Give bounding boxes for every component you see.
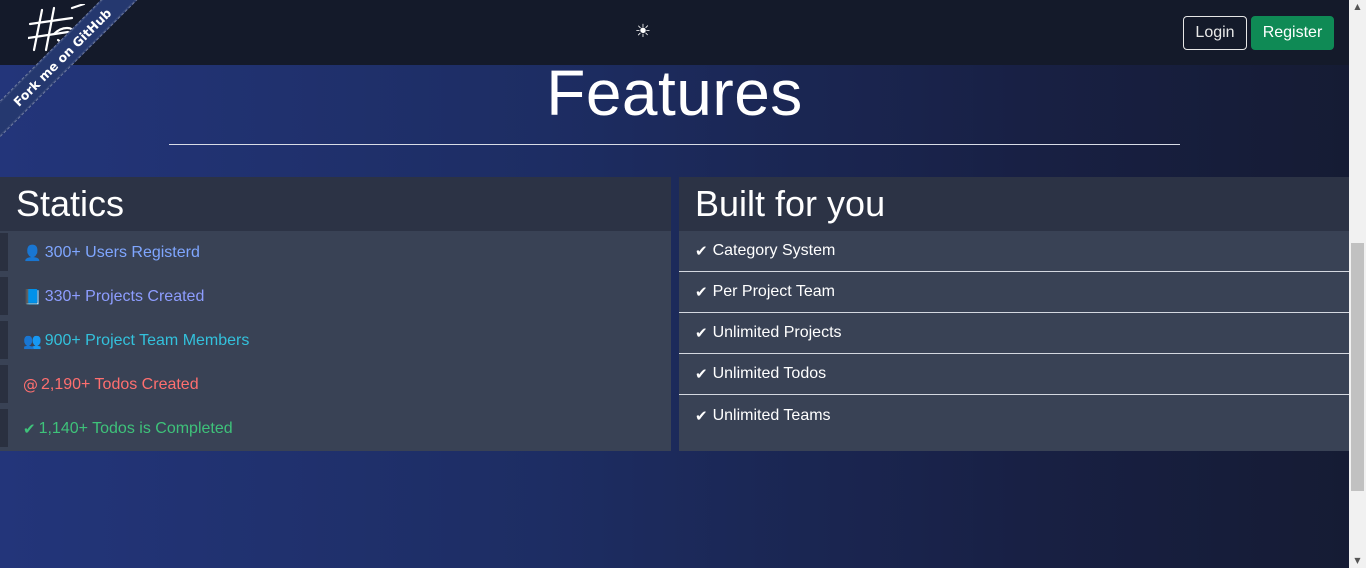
statics-item-label: 1,140+ Todos is Completed — [38, 420, 233, 437]
statics-panel: Statics 👤 300+ Users Registerd 📘 330+ Proje… — [0, 177, 671, 451]
at-icon: @ — [23, 376, 38, 394]
user-icon: 👤 — [23, 244, 42, 262]
feature-item-label: Category System — [712, 242, 836, 259]
statics-item-label: 2,190+ Todos Created — [41, 376, 199, 393]
login-button[interactable]: Login — [1183, 16, 1247, 50]
check-icon: ✔ — [23, 420, 36, 438]
feature-item-label: Per Project Team — [712, 283, 835, 300]
fork-me-on-github-ribbon[interactable]: Fork me on GitHub — [0, 0, 150, 150]
statics-item: @2,190+ Todos Created — [0, 363, 671, 407]
built-for-you-heading: Built for you — [679, 177, 1349, 231]
features-list: ✔ Category System ✔ Per Project Team ✔ Unlimi… — [679, 231, 1349, 436]
statics-list: 👤 300+ Users Registerd 📘 330+ Projects Crea… — [0, 231, 671, 451]
book-icon: 📘 — [23, 288, 42, 306]
statics-item-label: 300+ Users Registerd — [44, 244, 200, 261]
register-button[interactable]: Register — [1251, 16, 1334, 50]
statics-item-label: 900+ Project Team Members — [44, 332, 250, 349]
feature-item: ✔ Per Project Team — [679, 272, 1349, 313]
scrollbar-thumb[interactable] — [1351, 243, 1364, 491]
vertical-scrollbar[interactable]: ▲ ▼ — [1349, 0, 1366, 568]
title-divider — [169, 144, 1180, 145]
built-for-you-panel: Built for you ✔ Category System ✔ Per Proje… — [679, 177, 1349, 451]
feature-item: ✔ Category System — [679, 231, 1349, 272]
users-icon: 👥 — [23, 332, 42, 350]
scroll-up-arrow-icon[interactable]: ▲ — [1349, 0, 1366, 14]
feature-item: ✔ Unlimited Todos — [679, 354, 1349, 395]
feature-item-label: Unlimited Teams — [712, 406, 831, 424]
feature-item-label: Unlimited Projects — [712, 324, 842, 341]
check-icon: ✔ — [695, 242, 708, 260]
check-icon: ✔ — [695, 324, 708, 342]
github-ribbon-container: Fork me on GitHub — [0, 0, 150, 150]
feature-item: ✔ Unlimited Teams — [679, 395, 1349, 436]
check-icon: ✔ — [695, 406, 708, 425]
scroll-down-arrow-icon[interactable]: ▼ — [1349, 554, 1366, 568]
check-icon: ✔ — [695, 283, 708, 301]
statics-item: ✔ 1,140+ Todos is Completed — [0, 407, 671, 451]
statics-heading: Statics — [0, 177, 671, 231]
check-icon: ✔ — [695, 365, 708, 383]
statics-item: 📘 330+ Projects Created — [0, 275, 671, 319]
theme-toggle-sun-icon[interactable]: ☀ — [633, 22, 653, 42]
statics-item-label: 330+ Projects Created — [44, 288, 205, 305]
feature-item-label: Unlimited Todos — [712, 365, 827, 382]
statics-item: 👤 300+ Users Registerd — [0, 231, 671, 275]
page-title: Features — [546, 57, 803, 129]
statics-item: 👥 900+ Project Team Members — [0, 319, 671, 363]
feature-item: ✔ Unlimited Projects — [679, 313, 1349, 354]
